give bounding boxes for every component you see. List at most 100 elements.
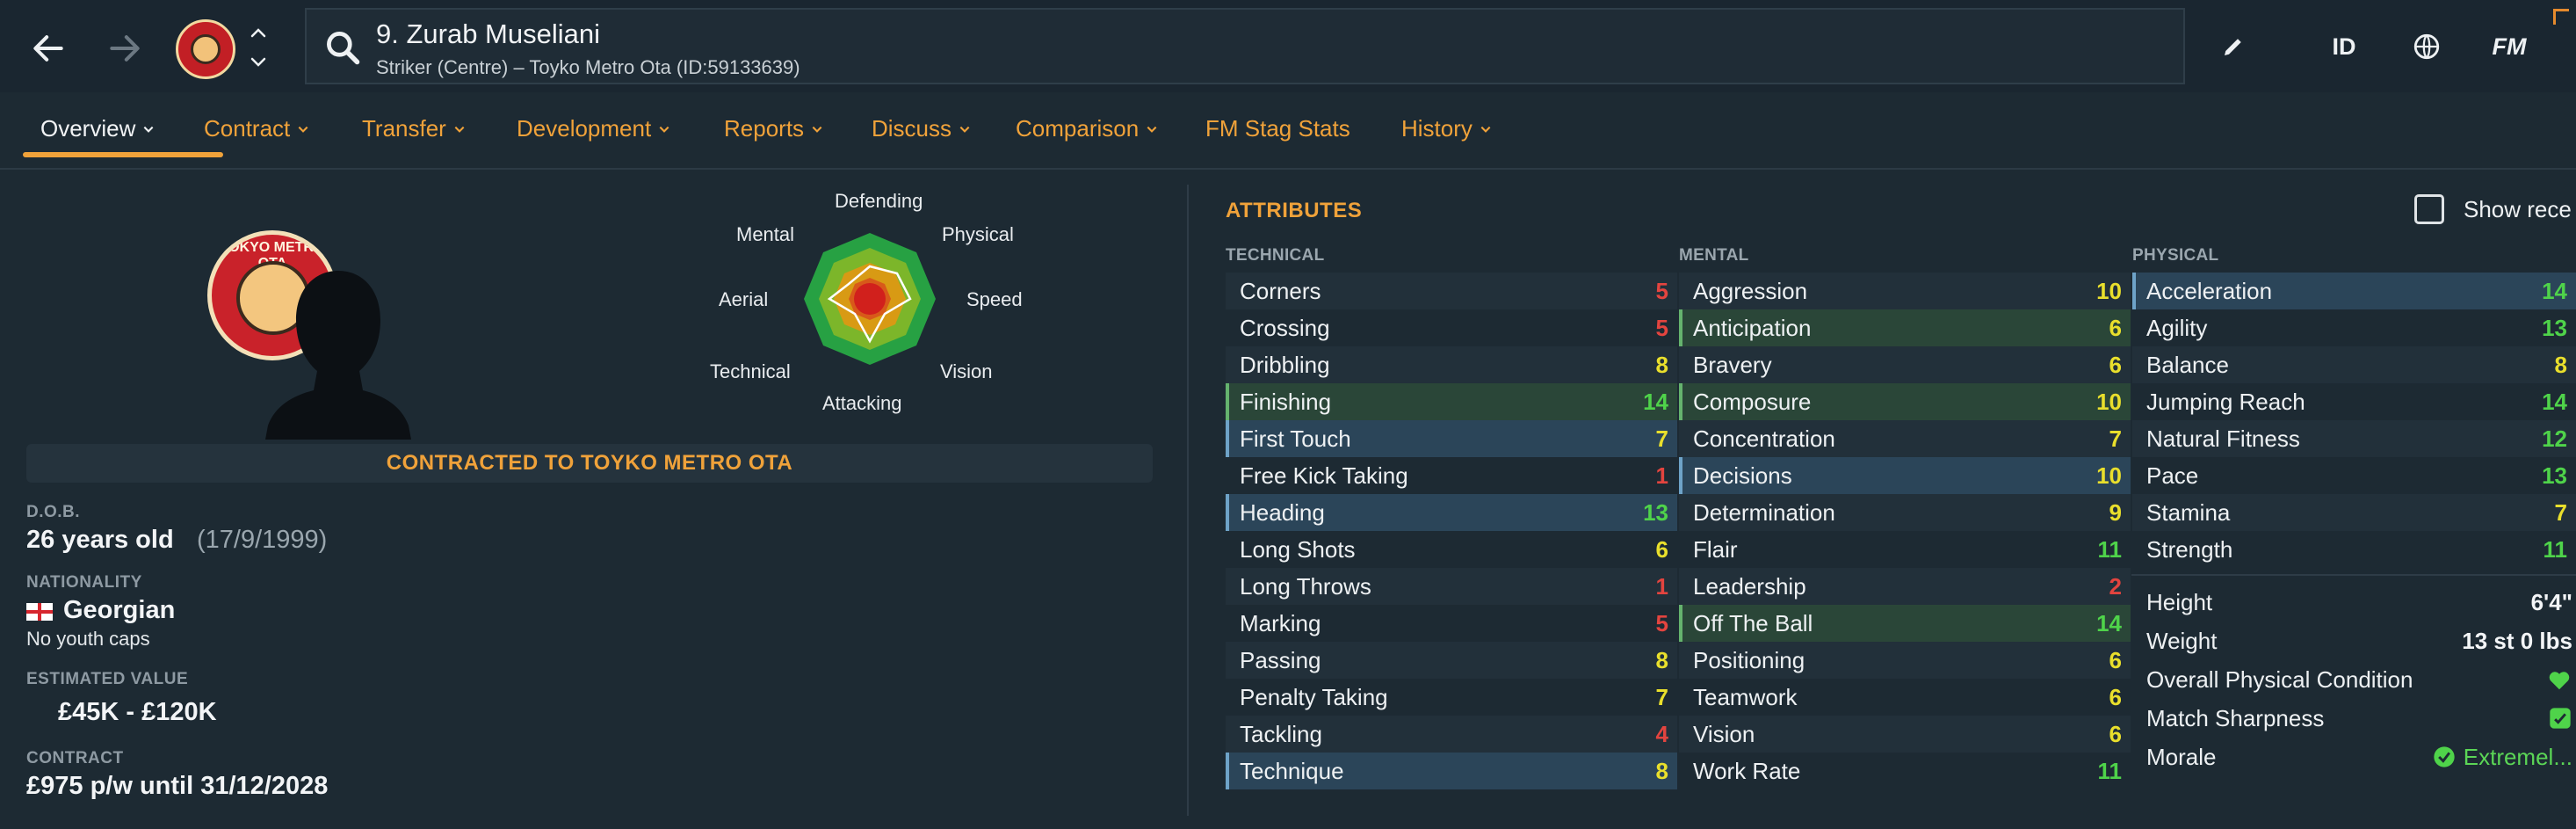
attribute-row-long-throws[interactable]: Long Throws 1 <box>1226 568 1677 605</box>
estimated-value: £45K - £120K <box>58 698 217 726</box>
search-icon[interactable] <box>323 28 362 67</box>
attribute-row-balance[interactable]: Balance 8 <box>2132 346 2576 383</box>
tab-comparison[interactable]: Comparison <box>1016 115 1158 142</box>
show-recent-checkbox[interactable] <box>2414 194 2444 224</box>
attribute-value: 14 <box>2542 388 2567 415</box>
attribute-row-crossing[interactable]: Crossing 5 <box>1226 309 1677 346</box>
attribute-value: 10 <box>2096 462 2122 489</box>
tab-contract[interactable]: Contract <box>204 115 309 142</box>
club-badge[interactable] <box>176 19 235 79</box>
globe-button[interactable] <box>2406 22 2448 71</box>
attribute-row-concentration[interactable]: Concentration 7 <box>1679 420 2131 457</box>
condition-label: Overall Physical Condition <box>2146 665 2413 693</box>
attribute-row-aggression[interactable]: Aggression 10 <box>1679 273 2131 309</box>
attribute-row-bravery[interactable]: Bravery 6 <box>1679 346 2131 383</box>
tab-label: Discuss <box>872 115 952 142</box>
tab-label: Development <box>517 115 652 142</box>
attribute-value: 6 <box>2109 314 2122 341</box>
attribute-value: 14 <box>1643 388 1668 415</box>
show-recent-toggle[interactable]: Show rece <box>2414 194 2572 224</box>
attribute-row-marking[interactable]: Marking 5 <box>1226 605 1677 642</box>
tab-overview[interactable]: Overview <box>40 115 155 142</box>
attribute-name: Pace <box>2146 462 2199 489</box>
dob-label: D.O.B. <box>26 503 81 521</box>
attribute-value: 8 <box>2554 351 2567 378</box>
attribute-row-teamwork[interactable]: Teamwork 6 <box>1679 679 2131 716</box>
nationality-value[interactable]: Georgian <box>63 596 175 625</box>
attribute-row-heading[interactable]: Heading 13 <box>1226 494 1677 531</box>
tab-discuss[interactable]: Discuss <box>872 115 971 142</box>
player-switcher[interactable] <box>246 23 271 72</box>
attribute-row-corners[interactable]: Corners 5 <box>1226 273 1677 309</box>
attribute-name: Off The Ball <box>1693 609 1813 636</box>
arrow-left-icon <box>33 35 63 62</box>
attribute-row-composure[interactable]: Composure 10 <box>1679 383 2131 420</box>
attribute-row-anticipation[interactable]: Anticipation 6 <box>1679 309 2131 346</box>
attribute-row-determination[interactable]: Determination 9 <box>1679 494 2131 531</box>
attribute-row-dribbling[interactable]: Dribbling 8 <box>1226 346 1677 383</box>
chevron-down-icon <box>298 126 308 133</box>
attribute-row-long-shots[interactable]: Long Shots 6 <box>1226 531 1677 568</box>
forward-button[interactable] <box>98 22 151 75</box>
attribute-row-technique[interactable]: Technique 8 <box>1226 753 1677 789</box>
attribute-value: 11 <box>2543 535 2568 563</box>
attribute-row-natural-fitness[interactable]: Natural Fitness 12 <box>2132 420 2576 457</box>
back-button[interactable] <box>22 22 75 75</box>
attribute-row-vision[interactable]: Vision 6 <box>1679 716 2131 753</box>
attribute-name: Bravery <box>1693 351 1772 378</box>
attribute-name: Heading <box>1240 498 1325 526</box>
attribute-value: 9 <box>2109 498 2122 526</box>
attribute-name: Penalty Taking <box>1240 683 1388 710</box>
chevron-up-icon[interactable] <box>248 23 269 44</box>
attribute-row-pace[interactable]: Pace 13 <box>2132 457 2576 494</box>
tab-transfer[interactable]: Transfer <box>362 115 466 142</box>
radar-label-physical: Physical <box>942 223 1014 245</box>
tab-label: History <box>1401 115 1473 142</box>
tab-development[interactable]: Development <box>517 115 670 142</box>
attribute-row-off-the-ball[interactable]: Off The Ball 14 <box>1679 605 2131 642</box>
attribute-row-stamina[interactable]: Stamina 7 <box>2132 494 2576 531</box>
radar-label-mental: Mental <box>736 223 795 245</box>
radar-label-speed: Speed <box>966 288 1023 310</box>
chevron-down-icon[interactable] <box>248 51 269 72</box>
attribute-row-decisions[interactable]: Decisions 10 <box>1679 457 2131 494</box>
tab-label: Contract <box>204 115 291 142</box>
attribute-row-acceleration[interactable]: Acceleration 14 <box>2132 273 2576 309</box>
active-tab-indicator <box>23 152 223 157</box>
id-button[interactable]: ID <box>2319 22 2369 71</box>
attribute-row-first-touch[interactable]: First Touch 7 <box>1226 420 1677 457</box>
attribute-name: Free Kick Taking <box>1240 462 1408 489</box>
attribute-row-jumping-reach[interactable]: Jumping Reach 14 <box>2132 383 2576 420</box>
sharpness-label: Match Sharpness <box>2146 704 2325 731</box>
attribute-value: 8 <box>1655 646 1668 673</box>
attribute-row-leadership[interactable]: Leadership 2 <box>1679 568 2131 605</box>
tab-fm-stag-stats[interactable]: FM Stag Stats <box>1205 115 1350 142</box>
morale-icon <box>2434 746 2455 767</box>
attribute-row-finishing[interactable]: Finishing 14 <box>1226 383 1677 420</box>
attribute-name: Marking <box>1240 609 1321 636</box>
tab-reports[interactable]: Reports <box>724 115 823 142</box>
tab-history[interactable]: History <box>1401 115 1492 142</box>
attribute-row-tackling[interactable]: Tackling 4 <box>1226 716 1677 753</box>
fm-button[interactable]: FM <box>2483 22 2536 71</box>
attribute-name: First Touch <box>1240 425 1351 452</box>
edit-button[interactable] <box>2216 22 2251 71</box>
corner-marker <box>2553 9 2569 25</box>
attribute-row-flair[interactable]: Flair 11 <box>1679 531 2131 568</box>
radar-label-vision: Vision <box>940 360 993 382</box>
attribute-row-penalty-taking[interactable]: Penalty Taking 7 <box>1226 679 1677 716</box>
morale-value-container[interactable]: Extremel... <box>2432 744 2572 771</box>
attribute-value: 12 <box>2542 425 2567 452</box>
attribute-value: 1 <box>1655 462 1668 489</box>
attribute-row-strength[interactable]: Strength 11 <box>2132 531 2576 568</box>
attribute-row-agility[interactable]: Agility 13 <box>2132 309 2576 346</box>
georgia-flag-icon <box>26 603 53 621</box>
attribute-row-work-rate[interactable]: Work Rate 11 <box>1679 753 2131 789</box>
globe-icon <box>2413 33 2440 60</box>
dob-value: (17/9/1999) <box>197 526 328 554</box>
tab-label: Overview <box>40 115 136 142</box>
player-search-box[interactable]: 9. Zurab Museliani Striker (Centre) – To… <box>305 8 2185 84</box>
attribute-row-positioning[interactable]: Positioning 6 <box>1679 642 2131 679</box>
attribute-row-passing[interactable]: Passing 8 <box>1226 642 1677 679</box>
attribute-row-free-kick-taking[interactable]: Free Kick Taking 1 <box>1226 457 1677 494</box>
